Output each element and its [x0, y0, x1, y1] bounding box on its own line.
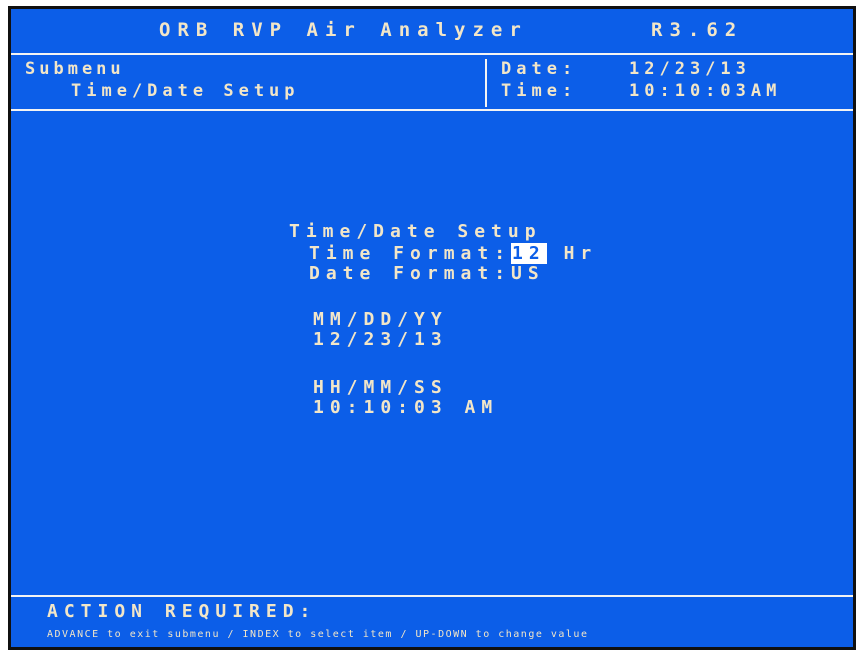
- time-label: Time:: [501, 81, 578, 101]
- setup-heading: Time/Date Setup: [289, 221, 542, 242]
- date-format-value[interactable]: US: [511, 263, 545, 284]
- time-value: 10:10:03AM: [629, 81, 782, 101]
- submenu-label: Submenu: [25, 59, 125, 79]
- time-format-row[interactable]: Time Format:12 Hr: [309, 243, 597, 264]
- time-format-unit: Hr: [563, 243, 598, 264]
- date-label: Date:: [501, 59, 578, 79]
- title-bar: ORB RVP Air Analyzer R3.62: [11, 9, 853, 55]
- time-readout: Time: 10:10:03AM: [501, 81, 776, 101]
- date-readout: Date: 12/23/13: [501, 59, 746, 79]
- date-format-label: Date Format:: [309, 263, 512, 284]
- date-value: 12/23/13: [629, 59, 751, 79]
- version-label: R3.62: [651, 19, 744, 41]
- submenu-divider: [485, 59, 487, 107]
- time-format-value[interactable]: 12: [511, 243, 547, 264]
- action-bar: ACTION REQUIRED: ADVANCE to exit submenu…: [11, 595, 853, 647]
- time-field-value[interactable]: 10:10:03: [313, 397, 448, 418]
- time-format-label: Time Format:: [309, 243, 512, 264]
- analyzer-screen: ORB RVP Air Analyzer R3.62 Submenu Time/…: [8, 6, 856, 650]
- date-field-value[interactable]: 12/23/13: [313, 329, 448, 350]
- submenu-bar: Submenu Time/Date Setup Date: 12/23/13 T…: [11, 55, 853, 111]
- date-format-row[interactable]: Date Format:US: [309, 263, 545, 284]
- time-field-header: HH/MM/SS: [313, 377, 448, 398]
- time-field-row[interactable]: 10:10:03 AM: [313, 397, 498, 418]
- action-required-label: ACTION REQUIRED:: [47, 601, 317, 622]
- date-field-header: MM/DD/YY: [313, 309, 448, 330]
- action-help-text: ADVANCE to exit submenu / INDEX to selec…: [47, 629, 589, 640]
- app-title: ORB RVP Air Analyzer: [159, 19, 528, 41]
- ampm-value[interactable]: AM: [465, 397, 499, 418]
- submenu-title: Time/Date Setup: [71, 81, 300, 101]
